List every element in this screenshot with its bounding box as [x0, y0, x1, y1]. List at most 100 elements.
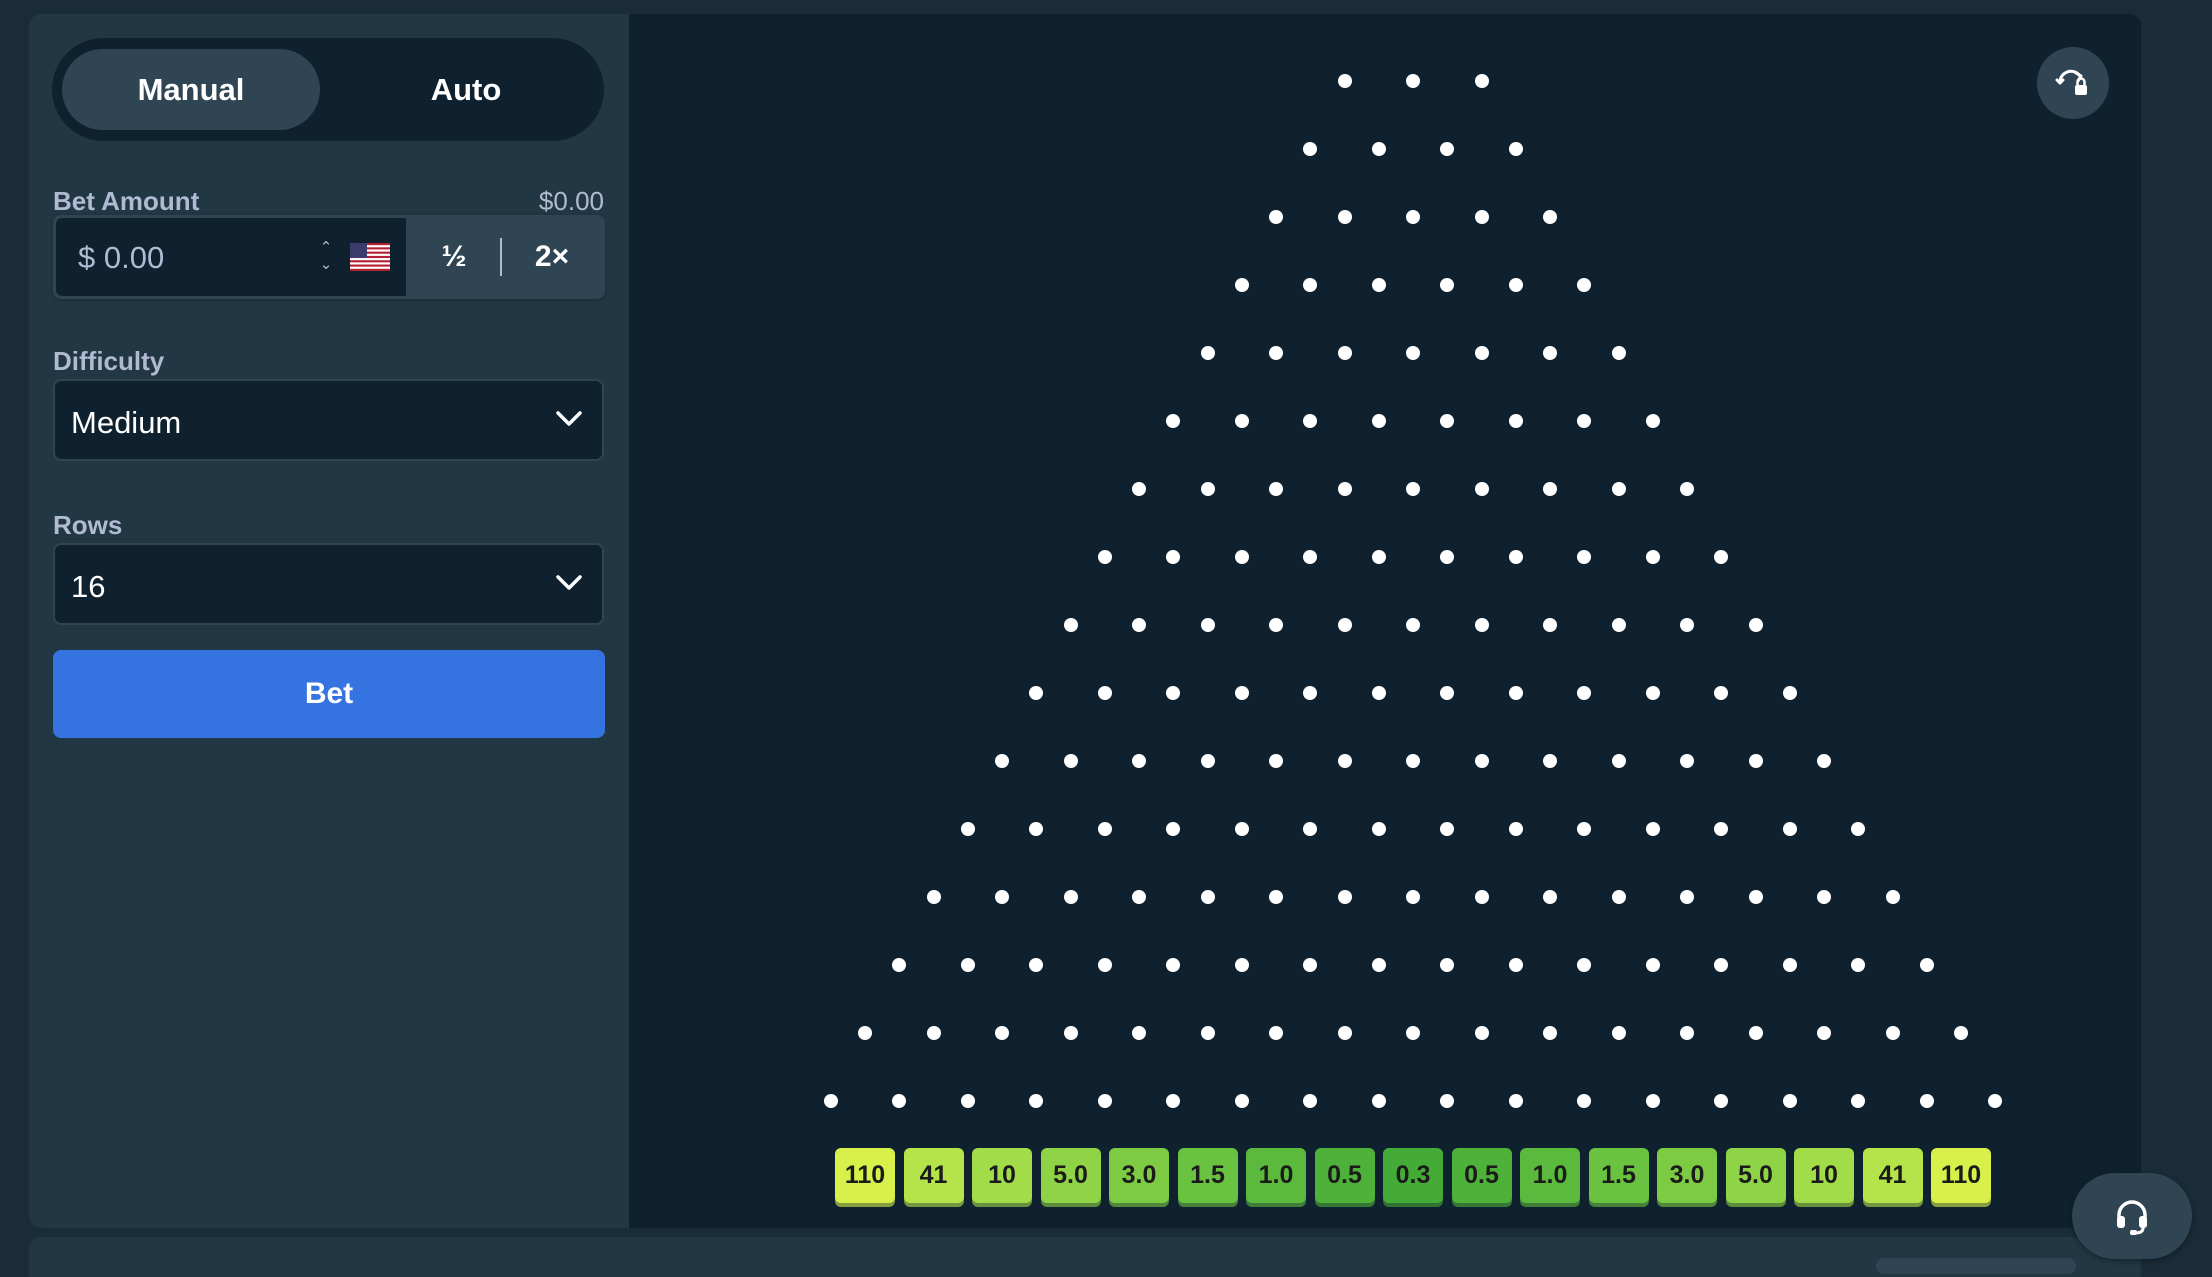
- balance-value: $0.00: [538, 186, 604, 216]
- peg: [1303, 278, 1318, 292]
- multiplier-bucket: 10: [972, 1148, 1032, 1203]
- peg: [1817, 754, 1831, 768]
- mode-toggle: Manual Auto: [52, 38, 604, 141]
- tab-manual[interactable]: Manual: [62, 49, 320, 130]
- peg: [1988, 1094, 2003, 1108]
- peg: [1440, 550, 1455, 564]
- peg: [1748, 754, 1763, 768]
- plinko-board: 110 41 10 5.0 3.0 1.5 1.0 0.5 0.3 0.5 1.0 1.5 3.0 5.0…: [629, 14, 2141, 1228]
- peg: [1406, 618, 1420, 632]
- peg: [1645, 958, 1660, 972]
- peg: [1645, 414, 1660, 428]
- peg: [1474, 618, 1489, 632]
- peg: [1919, 958, 1934, 972]
- bet-stepper[interactable]: ⌃ ⌄: [312, 239, 340, 275]
- peg: [1200, 754, 1215, 768]
- bottom-panel-control[interactable]: [1876, 1258, 2076, 1274]
- peg: [1097, 550, 1112, 564]
- bet-button[interactable]: Bet: [53, 650, 605, 738]
- peg: [1303, 1094, 1318, 1108]
- peg: [1200, 346, 1215, 360]
- peg: [1782, 822, 1797, 836]
- peg: [1543, 346, 1557, 360]
- peg: [1440, 278, 1455, 292]
- bet-amount-input[interactable]: [76, 232, 300, 284]
- peg: [1782, 1094, 1797, 1108]
- peg: [1371, 822, 1386, 836]
- peg: [1132, 618, 1146, 632]
- peg: [1029, 686, 1044, 700]
- peg: [1748, 890, 1763, 904]
- peg: [1371, 278, 1386, 292]
- peg: [1337, 74, 1352, 88]
- peg: [1097, 1094, 1112, 1108]
- peg: [1577, 414, 1592, 428]
- peg: [1508, 414, 1523, 428]
- bottom-panel: [29, 1237, 2141, 1277]
- peg: [1543, 1026, 1557, 1040]
- peg: [1543, 482, 1557, 496]
- peg: [1577, 1094, 1592, 1108]
- peg: [1577, 958, 1592, 972]
- support-button[interactable]: [2072, 1173, 2192, 1259]
- peg: [1337, 482, 1352, 496]
- peg: [1406, 890, 1420, 904]
- peg: [1406, 210, 1420, 224]
- peg: [1097, 958, 1112, 972]
- double-bet-button[interactable]: 2×: [502, 218, 602, 296]
- peg: [1063, 1026, 1078, 1040]
- multiplier-bucket: 10: [1794, 1148, 1854, 1203]
- peg: [1611, 618, 1626, 632]
- peg: [1132, 482, 1146, 496]
- peg: [1885, 1026, 1900, 1040]
- stepper-down-icon[interactable]: ⌄: [312, 256, 340, 273]
- peg: [1440, 1094, 1455, 1108]
- peg: [1782, 686, 1797, 700]
- stepper-up-icon[interactable]: ⌃: [312, 239, 340, 256]
- peg: [926, 890, 941, 904]
- bet-amount-label: Bet Amount: [53, 186, 200, 216]
- tab-auto[interactable]: Auto: [337, 49, 595, 130]
- peg: [960, 1094, 975, 1108]
- peg: [1645, 1094, 1660, 1108]
- fairness-button[interactable]: [2037, 47, 2109, 119]
- control-sidebar: Manual Auto Bet Amount $0.00 ⌃ ⌄: [29, 14, 629, 1228]
- multiplier-bucket: 1.5: [1177, 1148, 1238, 1203]
- peg: [1303, 550, 1318, 564]
- peg: [1680, 754, 1694, 768]
- multiplier-bucket: 1.0: [1520, 1148, 1580, 1203]
- peg: [1200, 1026, 1215, 1040]
- peg: [1166, 550, 1181, 564]
- multiplier-bucket: 5.0: [1725, 1148, 1786, 1203]
- peg: [1371, 550, 1386, 564]
- peg: [1748, 1026, 1763, 1040]
- difficulty-select[interactable]: Medium: [53, 379, 604, 461]
- peg: [926, 1026, 941, 1040]
- peg: [1577, 686, 1592, 700]
- peg: [1406, 74, 1420, 88]
- peg: [1714, 958, 1729, 972]
- peg: [1543, 210, 1557, 224]
- peg: [1166, 958, 1181, 972]
- rows-label: Rows: [53, 510, 123, 540]
- multiplier-bucket: 5.0: [1040, 1148, 1101, 1203]
- peg: [1611, 346, 1626, 360]
- peg: [1303, 958, 1318, 972]
- peg: [1851, 958, 1866, 972]
- peg: [1611, 754, 1626, 768]
- peg: [1371, 142, 1386, 156]
- peg: [1406, 1026, 1420, 1040]
- peg: [1440, 414, 1455, 428]
- peg: [1474, 482, 1489, 496]
- half-bet-button[interactable]: ½: [408, 218, 500, 296]
- peg: [1234, 958, 1249, 972]
- peg: [1132, 890, 1146, 904]
- peg: [1406, 482, 1420, 496]
- peg: [1611, 1026, 1626, 1040]
- peg: [1337, 754, 1352, 768]
- us-flag-icon[interactable]: [350, 243, 390, 271]
- peg: [1680, 1026, 1694, 1040]
- rows-select[interactable]: 16: [53, 543, 604, 625]
- peg: [892, 1094, 907, 1108]
- peg: [1371, 1094, 1386, 1108]
